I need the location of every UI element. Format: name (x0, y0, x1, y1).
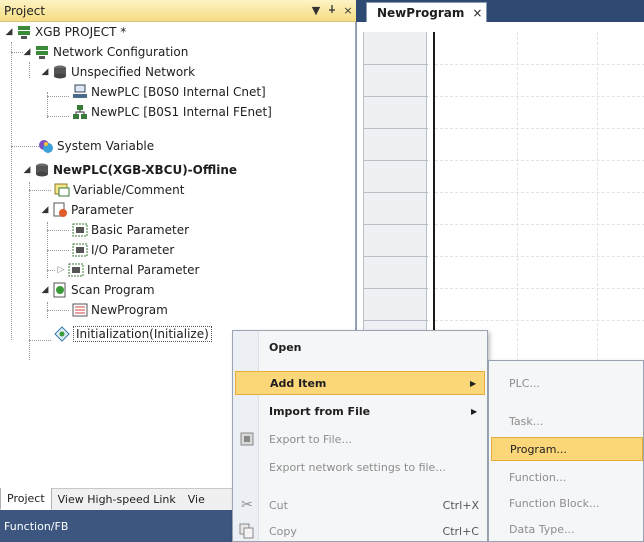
tree-item-variable-comment[interactable]: Variable/Comment (52, 180, 184, 200)
tree-item-newplc[interactable]: ◢ NewPLC(XGB-XBCU)-Offline (22, 160, 238, 180)
submenu-item-function-block[interactable]: Function Block... (491, 491, 643, 515)
expand-arrow-icon[interactable]: ▷ (56, 265, 66, 275)
menu-item-copy[interactable]: Copy Ctrl+C (235, 519, 485, 542)
tree-item-label: Scan Program (71, 283, 155, 297)
editor-tab-bar: NewProgram × (356, 0, 644, 22)
project-panel-title: Project (4, 3, 46, 18)
tree-item-label: Internal Parameter (87, 263, 200, 277)
export-icon (235, 431, 259, 447)
tab-view[interactable]: Vie (182, 489, 211, 510)
internal-parameter-icon (68, 262, 84, 278)
tree-item-io-parameter[interactable]: I/O Parameter (70, 240, 174, 260)
tree-item-label: System Variable (57, 139, 155, 153)
menu-item-import-from-file[interactable]: Import from File ▶ (235, 399, 485, 423)
tree-item-label: NewPLC(XGB-XBCU)-Offline (53, 163, 238, 177)
collapse-arrow-icon[interactable]: ◢ (40, 285, 50, 295)
submenu-item-program[interactable]: Program... (491, 437, 643, 461)
tab-newprogram[interactable]: NewProgram × (366, 2, 488, 22)
cylinder-icon (52, 64, 68, 80)
tree-item-label: Initialization(Initialize) (73, 326, 212, 342)
pin-icon[interactable] (324, 4, 340, 17)
program-icon (72, 302, 88, 318)
fenet-icon (72, 104, 88, 120)
tree-item-label: Variable/Comment (73, 183, 185, 197)
tree-item-newprogram[interactable]: NewProgram (70, 300, 168, 320)
tree-item-initialization[interactable]: Initialization(Initialize) (52, 324, 212, 344)
collapse-arrow-icon[interactable]: ◢ (40, 205, 50, 215)
menu-item-open[interactable]: Open (235, 335, 485, 359)
project-panel-header: Project ▼ × (0, 0, 356, 22)
project-icon (16, 24, 32, 40)
scissors-icon: ✂ (241, 497, 253, 513)
tree-item-label: XGB PROJECT * (35, 25, 127, 39)
add-item-submenu: PLC... Task... Program... Function... Fu… (488, 360, 644, 542)
tree-item-network-configuration[interactable]: ◢ Network Configuration (22, 42, 188, 62)
submenu-arrow-icon: ▶ (471, 406, 478, 416)
close-icon[interactable]: × (340, 4, 356, 17)
collapse-arrow-icon[interactable]: ◢ (22, 165, 32, 175)
tree-item-label: I/O Parameter (91, 243, 175, 257)
tab-label: NewProgram (377, 5, 465, 20)
tree-item-label: Parameter (71, 203, 134, 217)
tree-item-cnet[interactable]: NewPLC [B0S0 Internal Cnet] (70, 82, 266, 102)
tree-item-label: Unspecified Network (71, 65, 196, 79)
copy-icon (235, 523, 259, 539)
submenu-arrow-icon: ▶ (470, 378, 477, 388)
variable-icon (54, 182, 70, 198)
tree-item-xgb-project[interactable]: ◢ XGB PROJECT * (4, 22, 126, 42)
shortcut-label: Ctrl+C (442, 524, 479, 538)
submenu-item-data-type[interactable]: Data Type... (491, 517, 643, 541)
menu-item-cut[interactable]: ✂ Cut Ctrl+X (235, 493, 485, 517)
parameter-icon (52, 202, 68, 218)
tab-project[interactable]: Project (0, 488, 52, 510)
tree-item-label: Network Configuration (53, 45, 189, 59)
submenu-item-task[interactable]: Task... (491, 409, 643, 433)
tree-item-parameter[interactable]: ◢ Parameter (40, 200, 133, 220)
tree-item-label: NewPLC [B0S1 Internal FEnet] (91, 105, 272, 119)
tree-item-scan-program[interactable]: ◢ Scan Program (40, 280, 155, 300)
scan-program-icon (52, 282, 68, 298)
tree-item-label: Basic Parameter (91, 223, 190, 237)
io-parameter-icon (72, 242, 88, 258)
tree-item-unspecified-network[interactable]: ◢ Unspecified Network (40, 62, 196, 82)
initialization-icon (54, 326, 70, 342)
tree-item-fenet[interactable]: NewPLC [B0S1 Internal FEnet] (70, 102, 272, 122)
submenu-item-function[interactable]: Function... (491, 465, 643, 489)
close-icon[interactable]: × (472, 6, 482, 20)
dropdown-icon[interactable]: ▼ (308, 4, 324, 17)
shortcut-label: Ctrl+X (442, 498, 479, 512)
tree-item-label: NewProgram (91, 303, 168, 317)
tree-item-internal-parameter[interactable]: ▷ Internal Parameter (56, 260, 200, 280)
plc-icon (34, 162, 50, 178)
basic-parameter-icon (72, 222, 88, 238)
menu-item-export-to-file[interactable]: Export to File... (235, 427, 485, 451)
collapse-arrow-icon[interactable]: ◢ (4, 27, 14, 37)
tree-item-system-variable[interactable]: System Variable (36, 136, 154, 156)
system-variable-icon (38, 138, 54, 154)
collapse-arrow-icon[interactable]: ◢ (40, 67, 50, 77)
context-menu: Open Add Item ▶ Import from File ▶ Expor… (232, 330, 488, 542)
menu-item-add-item[interactable]: Add Item ▶ (235, 371, 485, 395)
menu-item-export-network-settings[interactable]: Export network settings to file... (235, 455, 485, 479)
network-icon (34, 44, 50, 60)
cnet-icon (72, 84, 88, 100)
tree-item-basic-parameter[interactable]: Basic Parameter (70, 220, 189, 240)
tree-item-label: NewPLC [B0S0 Internal Cnet] (91, 85, 266, 99)
tab-view-high-speed-link[interactable]: View High-speed Link (52, 489, 182, 510)
submenu-item-plc[interactable]: PLC... (491, 371, 643, 395)
collapse-arrow-icon[interactable]: ◢ (22, 47, 32, 57)
